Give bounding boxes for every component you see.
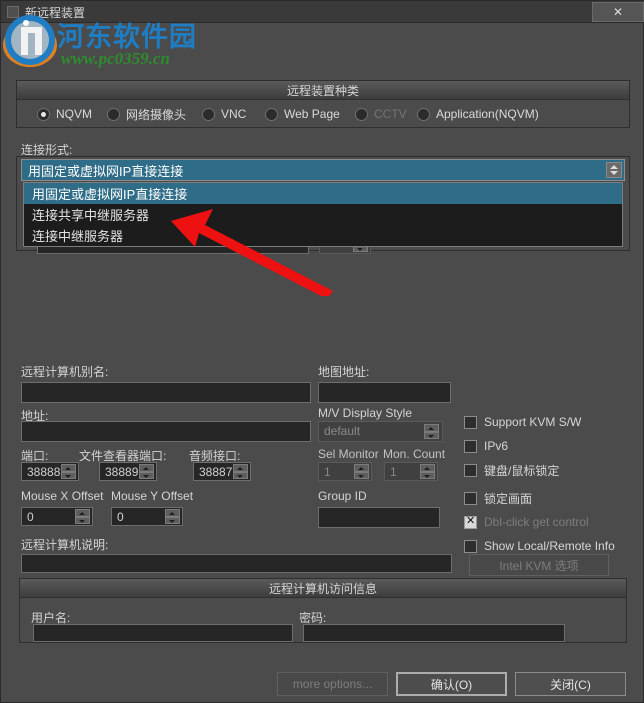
password-input[interactable] bbox=[303, 624, 565, 642]
sel-monitor-input[interactable]: 1 bbox=[318, 462, 372, 481]
checkbox-show-local-remote-info[interactable]: Show Local/Remote Info bbox=[464, 538, 615, 554]
app-icon bbox=[7, 6, 19, 18]
checkbox-label: 键盘/鼠标锁定 bbox=[484, 463, 560, 478]
mouse-x-spinner-icon[interactable] bbox=[75, 509, 90, 524]
file-viewer-port-input[interactable]: 38889 bbox=[99, 462, 157, 481]
checkbox-icon bbox=[464, 491, 477, 505]
device-type-radio-application-nqvm[interactable]: Application(NQVM) bbox=[417, 105, 539, 123]
audio-port-spinner-icon[interactable] bbox=[233, 464, 248, 479]
radio-label: Application(NQVM) bbox=[436, 107, 539, 121]
sel-monitor-label: Sel Monitor bbox=[318, 447, 379, 461]
checkbox-label: Show Local/Remote Info bbox=[484, 539, 615, 553]
more-options-button[interactable]: more options... bbox=[277, 672, 388, 696]
checkbox-support-kvm-s-w[interactable]: Support KVM S/W bbox=[464, 414, 581, 430]
display-style-label: M/V Display Style bbox=[318, 406, 413, 420]
device-type-radio-[interactable]: 网络摄像头 bbox=[107, 105, 186, 123]
checkbox-label: IPv6 bbox=[484, 439, 509, 453]
mouse-y-offset-label: Mouse Y Offset bbox=[111, 489, 194, 503]
mon-count-label: Mon. Count bbox=[383, 447, 446, 461]
close-window-button[interactable]: ✕ bbox=[592, 2, 644, 22]
checkbox-icon bbox=[464, 514, 477, 529]
dropdown-option-1[interactable]: 连接共享中继服务器 bbox=[24, 204, 622, 225]
radio-icon bbox=[37, 107, 50, 121]
port-spinner-icon[interactable] bbox=[61, 464, 76, 479]
audio-port-input[interactable]: 38887 bbox=[193, 462, 251, 481]
checkbox-icon bbox=[464, 539, 477, 553]
checkbox-icon bbox=[464, 463, 477, 477]
checkbox-label: Dbl-click get control bbox=[484, 515, 589, 529]
sel-monitor-value: 1 bbox=[324, 465, 331, 479]
file-viewer-port-input-value: 38889 bbox=[105, 465, 139, 479]
checkbox-label: 锁定画面 bbox=[484, 491, 533, 506]
mouse-x-offset-value: 0 bbox=[27, 510, 34, 524]
group-id-input[interactable] bbox=[318, 507, 440, 528]
close-button[interactable]: 关闭(C) bbox=[515, 672, 626, 696]
description-input[interactable] bbox=[21, 554, 452, 573]
mouse-x-offset-input[interactable]: 0 bbox=[21, 507, 93, 526]
device-type-title: 远程装置种类 bbox=[17, 81, 629, 100]
radio-label: CCTV bbox=[374, 107, 407, 121]
sel-monitor-spinner-icon[interactable] bbox=[354, 464, 369, 479]
watermark-url: www.pc0359.cn bbox=[61, 49, 170, 68]
checkbox-[interactable]: 锁定画面 bbox=[464, 490, 532, 506]
connection-type-selected-value: 用固定或虚拟网IP直接连接 bbox=[28, 163, 184, 179]
radio-label: NQVM bbox=[56, 107, 92, 121]
device-type-radio-group: NQVM 网络摄像头 VNC Web Page CCTV Application(NQVM… bbox=[17, 101, 629, 127]
mouse-x-offset-label: Mouse X Offset bbox=[21, 489, 104, 503]
checkbox-dbl-click-get-control: Dbl-click get control bbox=[464, 514, 589, 530]
group-id-label: Group ID bbox=[318, 489, 367, 503]
access-info-title: 远程计算机访问信息 bbox=[20, 579, 626, 598]
mon-count-input[interactable]: 1 bbox=[384, 462, 438, 481]
file-viewer-port-spinner-icon[interactable] bbox=[139, 464, 154, 479]
radio-label: 网络摄像头 bbox=[126, 107, 187, 122]
map-address-label: 地图地址: bbox=[318, 365, 370, 379]
radio-icon bbox=[355, 107, 368, 121]
device-type-groupbox: 远程装置种类 NQVM 网络摄像头 VNC Web Page CCTV Applicati… bbox=[16, 80, 630, 128]
window-title: 新远程装置 bbox=[25, 6, 86, 20]
checkbox-icon bbox=[464, 415, 477, 429]
mouse-y-offset-value: 0 bbox=[117, 510, 124, 524]
alias-input[interactable] bbox=[21, 382, 311, 403]
connection-type-dropdown-list[interactable]: 用固定或虚拟网IP直接连接 连接共享中继服务器 连接中继服务器 bbox=[23, 182, 623, 247]
combobox-spinner-icon[interactable] bbox=[606, 162, 622, 178]
title-bar: 新远程装置 ✕ bbox=[1, 1, 644, 23]
checkbox-label: Support KVM S/W bbox=[484, 415, 582, 429]
new-remote-device-dialog: 新远程装置 ✕ 河东软件园 www.pc0359.cn 远程装置种类 NQVM 网… bbox=[0, 0, 644, 703]
mouse-y-spinner-icon[interactable] bbox=[165, 509, 180, 524]
checkbox-ipv6[interactable]: IPv6 bbox=[464, 438, 508, 454]
mouse-y-offset-input[interactable]: 0 bbox=[111, 507, 183, 526]
username-input[interactable] bbox=[33, 624, 293, 642]
device-type-radio-vnc[interactable]: VNC bbox=[202, 105, 246, 123]
display-style-value: default bbox=[324, 424, 361, 438]
radio-icon bbox=[202, 107, 215, 121]
alias-label: 远程计算机别名: bbox=[21, 365, 109, 379]
device-type-radio-web-page[interactable]: Web Page bbox=[265, 105, 340, 123]
radio-icon bbox=[107, 107, 120, 121]
display-style-spinner-icon[interactable] bbox=[424, 424, 439, 439]
port-input-value: 38888 bbox=[27, 465, 61, 479]
display-style-combobox[interactable]: default bbox=[318, 421, 443, 442]
mon-count-value: 1 bbox=[390, 465, 397, 479]
map-address-input[interactable] bbox=[318, 382, 451, 403]
checkbox-[interactable]: 键盘/鼠标锁定 bbox=[464, 462, 559, 478]
port-input[interactable]: 38888 bbox=[21, 462, 79, 481]
radio-label: Web Page bbox=[284, 107, 340, 121]
mon-count-spinner-icon[interactable] bbox=[420, 464, 435, 479]
description-label: 远程计算机说明: bbox=[21, 538, 109, 552]
confirm-button[interactable]: 确认(O) bbox=[396, 672, 507, 696]
device-type-radio-cctv: CCTV bbox=[355, 105, 407, 123]
intel-kvm-options-button[interactable]: Intel KVM 选项 bbox=[469, 554, 609, 576]
address-input[interactable] bbox=[21, 421, 311, 442]
checkbox-icon bbox=[464, 439, 477, 453]
dropdown-option-0[interactable]: 用固定或虚拟网IP直接连接 bbox=[24, 183, 622, 204]
dropdown-option-2[interactable]: 连接中继服务器 bbox=[24, 225, 622, 246]
connection-type-combobox[interactable]: 用固定或虚拟网IP直接连接 bbox=[21, 159, 625, 181]
radio-icon bbox=[417, 107, 430, 121]
radio-label: VNC bbox=[221, 107, 247, 121]
radio-icon bbox=[265, 107, 278, 121]
device-type-radio-nqvm[interactable]: NQVM bbox=[37, 105, 92, 123]
audio-port-input-value: 38887 bbox=[199, 465, 233, 479]
